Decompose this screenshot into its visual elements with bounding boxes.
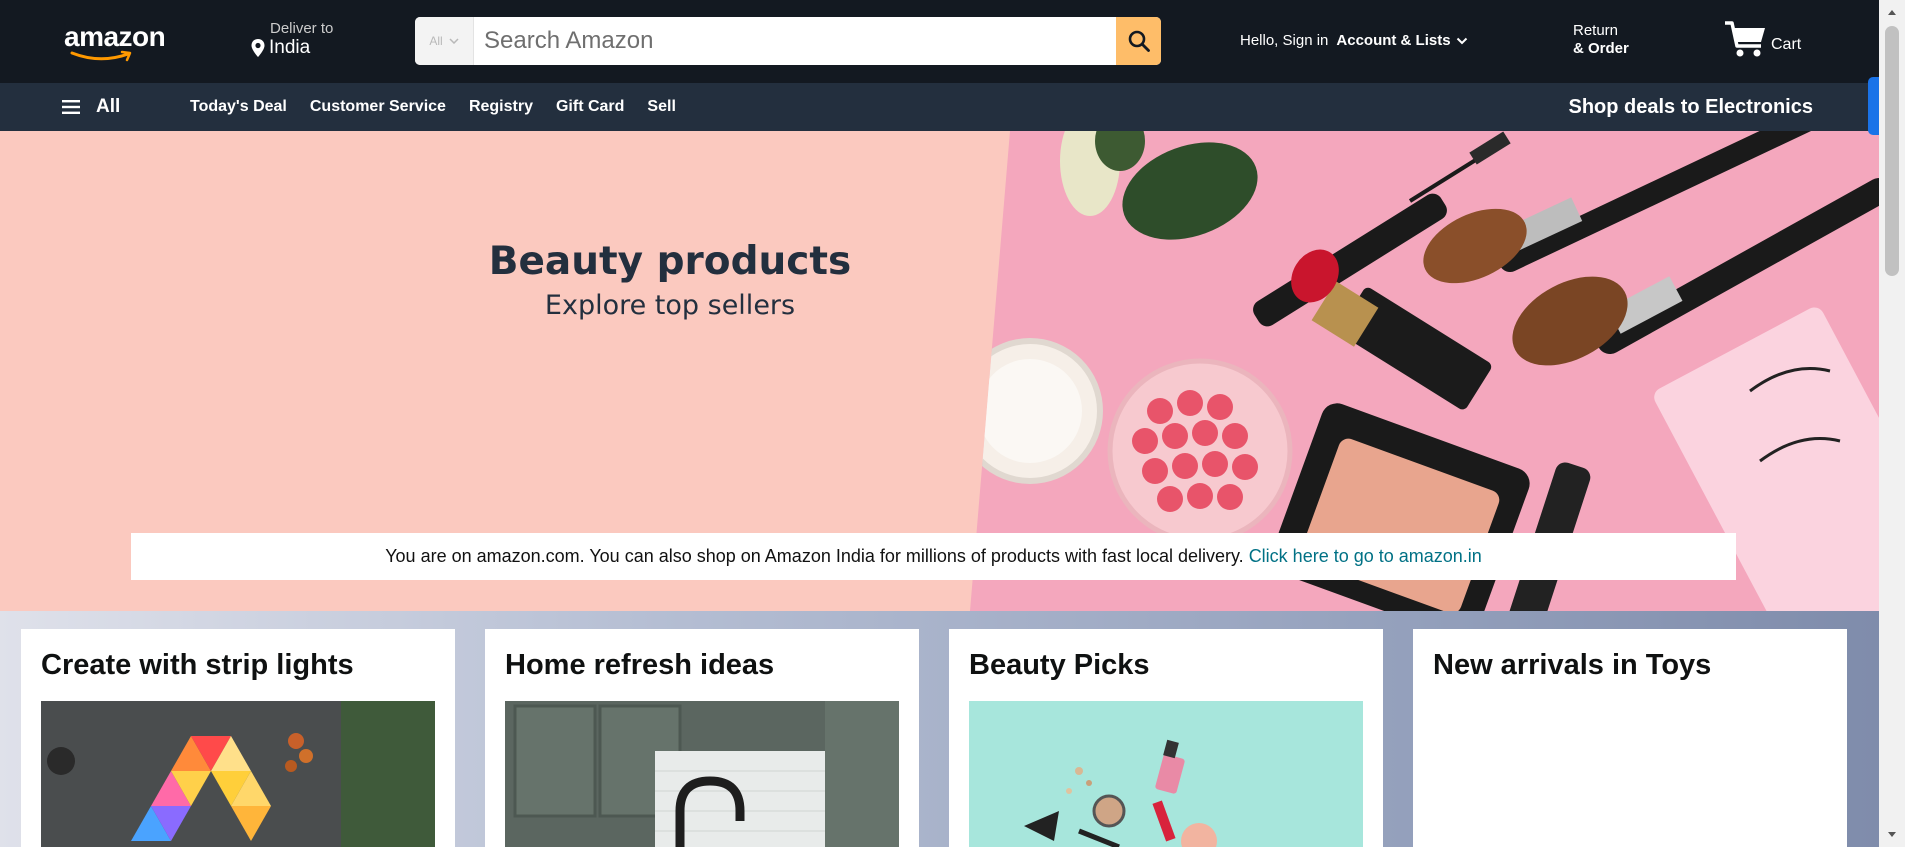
card-title: Beauty Picks [969,649,1150,681]
all-menu-label: All [96,96,121,117]
search-bar: All [415,17,1161,65]
amazon-logo[interactable]: amazon [64,21,166,62]
sign-in-greeting: Hello, Sign in [1240,32,1329,49]
nav-link-todays-deal[interactable]: Today's Deal [190,98,287,116]
card-strip-lights[interactable]: Create with strip lights [21,629,455,847]
deliver-location: India [269,37,311,58]
logo-text: amazon [64,21,166,52]
scroll-down-arrow-icon[interactable] [1879,823,1905,847]
scroll-thumb[interactable] [1885,26,1899,276]
orders-label: & Order [1573,40,1629,57]
cart-icon [1725,21,1765,57]
card-title: Create with strip lights [41,649,354,681]
search-button[interactable] [1116,17,1161,65]
amazon-in-link[interactable]: Click here to go to amazon.in [1249,546,1482,567]
card-title: New arrivals in Toys [1433,649,1712,681]
returns-orders[interactable]: Return & Order [1573,22,1629,58]
search-category-label: All [429,34,443,48]
scroll-up-arrow-icon[interactable] [1879,0,1905,24]
card-title: Home refresh ideas [505,649,775,681]
nav-bar: All Today's Deal Customer Service Regist… [0,83,1879,131]
returns-label: Return [1573,22,1619,39]
cart-label: Cart [1771,36,1802,53]
page-scrollbar[interactable] [1879,0,1905,847]
card-toys[interactable]: New arrivals in Toys [1413,629,1847,847]
nav-link-registry[interactable]: Registry [469,98,533,116]
search-input[interactable] [474,17,1116,65]
deliver-label: Deliver to [270,20,334,37]
nav-links: Today's Deal Customer Service Registry G… [190,83,676,131]
card-beauty-picks[interactable]: Beauty Picks [949,629,1383,847]
strip-lights-image[interactable] [41,701,435,847]
nav-link-gift-card[interactable]: Gift Card [556,98,624,116]
search-icon [1128,30,1150,52]
nav-link-customer-service[interactable]: Customer Service [310,98,446,116]
hamburger-menu-icon [62,100,80,114]
all-menu-button[interactable]: All [62,83,120,131]
region-notice-text: You are on amazon.com. You can also shop… [385,546,1244,566]
deliver-to[interactable]: Deliver to India [250,20,333,59]
beauty-picks-image[interactable] [969,701,1363,847]
home-refresh-image[interactable] [505,701,899,847]
chevron-down-icon [1456,37,1467,44]
chevron-down-icon [449,38,459,44]
nav-link-sell[interactable]: Sell [647,98,675,116]
top-header: amazon Deliver to India All Search Amazo… [0,0,1879,83]
region-notice-banner: You are on amazon.com. You can also shop… [131,533,1736,580]
account-lists-menu[interactable]: Hello, Sign in Account & Lists [1240,32,1468,49]
search-category-select[interactable]: All [415,17,474,65]
cart-button[interactable]: Cart [1723,20,1801,58]
hero-title: Beauty products [488,239,852,284]
smile-arrow-icon [70,50,132,62]
nav-promo-link[interactable]: Shop deals to Electronics [1568,83,1813,131]
side-panel-tab[interactable] [1868,77,1879,135]
card-home-refresh[interactable]: Home refresh ideas [485,629,919,847]
location-pin-icon [251,39,265,57]
hero-subtitle: Explore top sellers [544,290,796,321]
account-lists-label: Account & Lists [1336,32,1451,49]
